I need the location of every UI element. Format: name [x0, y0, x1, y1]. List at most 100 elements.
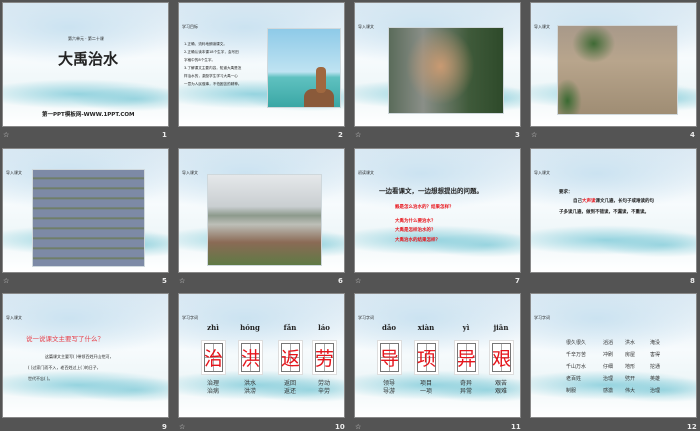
example-word: 奇异: [459, 380, 473, 387]
character-card: 项: [414, 340, 439, 375]
pinyin-label: hóng: [240, 323, 260, 332]
word-pair: 洪水 洪涝: [244, 380, 256, 396]
slide-number: 3: [515, 131, 520, 139]
slide-number: 6: [338, 277, 343, 285]
animation-star-icon: ☆: [3, 131, 10, 139]
slide-number: 8: [690, 277, 695, 285]
word-pair: 艰苦 艰难: [495, 380, 507, 396]
vocab-word: 劈开: [625, 376, 636, 382]
slide-label: 学习字词: [534, 315, 550, 320]
slide-thumbnail-12[interactable]: 学习字词 很久很久 滔滔 洪水 淹没 千辛万苦 冲刷 房屋 害得 千山万水 仔细 地形 挖通 老百姓 治理…: [530, 293, 697, 418]
example-word: 异常: [459, 388, 473, 395]
vocab-word: 挖通: [650, 364, 661, 370]
vocab-word: 千辛万苦: [566, 352, 587, 358]
vocab-word: 千山万水: [566, 364, 587, 370]
requirement-line: 自己大声读课文几遍，长句子或难读的句: [573, 198, 654, 204]
question: 大禹治水的结果怎样？: [395, 238, 440, 243]
objective-line: 样治水的，激励学生学习大禹一心: [184, 74, 238, 78]
fill-blank-line: 这篇课文主要写( )带领百姓开山挖河，: [45, 354, 114, 359]
vocab-word: 伟大: [625, 388, 636, 394]
vocab-word: 老百姓: [566, 376, 582, 382]
requirement-text: 自己: [573, 199, 582, 204]
example-word: 治理: [206, 380, 220, 387]
pinyin-label: yì: [462, 323, 470, 332]
example-word: 洪水: [243, 380, 257, 387]
vocab-word: 地形: [625, 364, 636, 370]
slide-label: 导入课文: [534, 24, 550, 29]
pinyin-label: xiàn: [417, 323, 435, 332]
slide-number: 11: [511, 423, 521, 431]
vocab-word: 治理: [603, 376, 614, 382]
slide-thumbnail-9[interactable]: 导入课文 说一说课文主要写了什么？ 这篇课文主要写( )带领百姓开山挖河， ( …: [2, 293, 169, 418]
flood-torrent-photo: [557, 25, 678, 115]
requirement-line: 子多读几遍，做到不错读，不漏读，不重读。: [559, 210, 649, 215]
slide-heading: 说一说课文主要写了什么？: [26, 335, 104, 343]
animation-star-icon: ☆: [355, 423, 362, 431]
slide-number: 1: [162, 131, 167, 139]
hanzi-character: 异: [457, 348, 477, 370]
slide-heading: 一边看课文，一边想想提出的问题。: [379, 187, 483, 195]
character-card: 返: [278, 340, 303, 375]
slide-label: 导入课文: [6, 170, 22, 175]
slide-thumbnail-6[interactable]: 导入课文: [178, 148, 345, 273]
requirement-label: 要求：: [559, 190, 573, 195]
vocab-word: 仔细: [603, 364, 614, 370]
vocab-word: 感激: [603, 388, 614, 394]
tianzige-grid: 劳: [315, 343, 334, 372]
slide-number: 9: [162, 423, 167, 431]
word-pair: 劳动 辛劳: [318, 380, 330, 396]
animation-star-icon: ☆: [355, 277, 362, 285]
word-pair: 治理 治病: [207, 380, 219, 396]
pinyin-label: dǎo: [381, 323, 397, 332]
vocab-word: 冲刷: [603, 352, 614, 358]
pinyin-label: jiān: [493, 323, 509, 332]
hanzi-character: 劳: [315, 348, 335, 370]
slide-thumbnail-11[interactable]: 学习字词 dǎo 导领导 导游 xiàn 项项目 一项 yì 异奇异 异常 jiān 艰艰苦 艰难: [354, 293, 521, 418]
example-word: 辛劳: [317, 388, 331, 395]
slide-thumbnail-2[interactable]: 学习目标 1.正确、流利地朗读课文。 2.正确认读本课18个生字，会写田 字格中…: [178, 2, 345, 127]
slide-number: 4: [690, 131, 695, 139]
example-word: 治病: [206, 388, 220, 395]
tianzige-grid: 异: [457, 343, 476, 372]
fill-blank-line: ( )过家门而不入，老百姓过上( )的日子，: [28, 365, 101, 370]
slide-label: 导入课文: [6, 315, 22, 320]
character-card: 治: [201, 340, 226, 375]
example-word: 返还: [283, 388, 297, 395]
question: 大禹是怎样治水的？: [395, 228, 436, 233]
vocab-word: 英雄: [650, 376, 661, 382]
tianzige-grid: 导: [380, 343, 399, 372]
question: 大禹为什么要治水？: [395, 219, 436, 224]
slide-thumbnail-10[interactable]: 学习字词 zhì 治治理 治病 hóng 洪洪水 洪涝 fǎn 返返回 返还 láo 劳劳动 辛劳: [178, 293, 345, 418]
example-word: 项目: [419, 380, 433, 387]
yu-illustration-image: [267, 28, 341, 108]
question: 鲧是怎么治水的？结果怎样？: [395, 205, 454, 210]
vocab-word: 治理: [650, 388, 661, 394]
pinyin-label: zhì: [207, 323, 219, 332]
slide-number: 5: [162, 277, 167, 285]
requirement-text: 课文几遍，长句子或难读的句: [595, 199, 655, 204]
animation-star-icon: ☆: [531, 131, 538, 139]
example-word: 艰苦: [494, 380, 508, 387]
slide-number: 2: [338, 131, 343, 139]
word-pair: 返回 返还: [284, 380, 296, 396]
example-word: 劳动: [317, 380, 331, 387]
slide-thumbnail-8[interactable]: 导入课文 要求： 自己大声读课文几遍，长句子或难读的句 子多读几遍，做到不错读，…: [530, 148, 697, 273]
example-word: 领导: [382, 380, 396, 387]
vocab-word: 制服: [566, 388, 577, 394]
slide-footer: 第一PPT模板网-WWW.1PPT.COM: [42, 112, 135, 118]
animation-star-icon: ☆: [179, 423, 186, 431]
objective-line: 1.正确、流利地朗读课文。: [184, 42, 227, 46]
slide-thumbnail-3[interactable]: 导入课文: [354, 2, 521, 127]
slide-thumbnail-5[interactable]: 导入课文: [2, 148, 169, 273]
vocab-word: 洪水: [625, 340, 636, 346]
vocab-word: 很久很久: [566, 340, 587, 346]
slide-thumbnail-7[interactable]: 初读课文 一边看课文，一边想想提出的问题。 鲧是怎么治水的？结果怎样？ 大禹为什…: [354, 148, 521, 273]
slide-thumbnail-1[interactable]: 第六单元 · 第二十课 大禹治水 第一PPT模板网-WWW.1PPT.COM: [2, 2, 169, 127]
slide-thumbnail-4[interactable]: 导入课文: [530, 2, 697, 127]
tianzige-grid: 艰: [492, 343, 511, 372]
slide-label: 学习字词: [182, 315, 198, 320]
slide-label: 学习目标: [182, 24, 198, 29]
hanzi-character: 导: [380, 348, 400, 370]
vocab-word: 房屋: [625, 352, 636, 358]
character-card: 艰: [489, 340, 514, 375]
